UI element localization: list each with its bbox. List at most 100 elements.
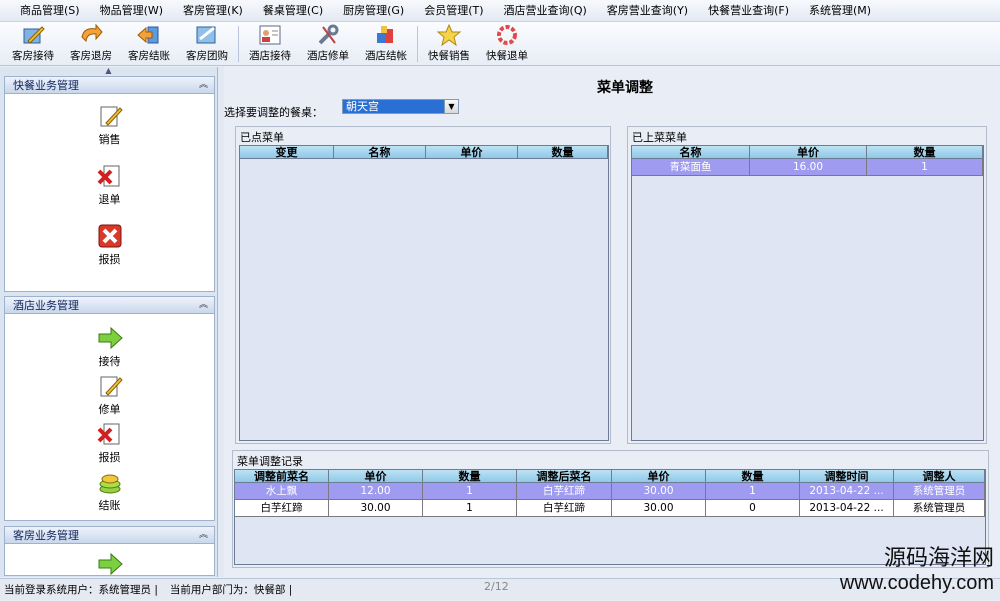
column-header[interactable]: 变更: [240, 146, 334, 158]
person-card-icon: [259, 25, 281, 45]
room-reception-button[interactable]: 客房接待: [4, 23, 62, 65]
column-header[interactable]: 调整时间: [800, 470, 894, 482]
log-grid-header: 调整前菜名 单价 数量 调整后菜名 单价 数量 调整时间 调整人: [235, 470, 985, 483]
column-header[interactable]: 单价: [329, 470, 423, 482]
sidebar-item-loss[interactable]: 报损: [5, 223, 214, 267]
column-header[interactable]: 数量: [867, 146, 983, 158]
table-row[interactable]: 水上飘 12.00 1 白芋红蹄 30.00 1 2013-04-22 ... …: [235, 483, 985, 500]
sidebar-item-room-reception[interactable]: [5, 551, 214, 577]
column-header[interactable]: 数量: [423, 470, 517, 482]
fastfood-refund-button[interactable]: 快餐退单: [478, 23, 536, 65]
menu-tables[interactable]: 餐桌管理(C): [253, 0, 333, 22]
pencil-notepad-icon: [23, 26, 45, 44]
edit-pencil-icon: [100, 376, 123, 397]
room-group-buy-button[interactable]: 客房团购: [178, 23, 236, 65]
cell: 系统管理员: [894, 483, 985, 499]
sidebar-item-refund[interactable]: 退单: [5, 163, 214, 207]
table-select[interactable]: 朝天宫 ▼: [342, 99, 459, 114]
wrench-icon: [318, 24, 339, 45]
status-department: 当前用户部门为：快餐部 |: [169, 584, 293, 596]
green-arrow-right-icon: [98, 326, 123, 350]
page-title: 菜单调整: [597, 80, 653, 96]
toolbar-separator: [417, 26, 418, 62]
menu-hotel-query[interactable]: 酒店营业查询(Q): [494, 0, 597, 22]
delete-document-icon: [97, 165, 119, 187]
column-header[interactable]: 单价: [750, 146, 867, 158]
menu-system[interactable]: 系统管理(M): [799, 0, 881, 22]
ordered-menu-title: 已点菜单: [240, 131, 284, 144]
hotel-settle-button[interactable]: 酒店结帐: [357, 23, 415, 65]
cell: 1: [423, 483, 517, 499]
coin-stack-icon: [99, 474, 120, 494]
cell: 1: [867, 159, 983, 175]
cancel-ring-icon: [497, 25, 517, 45]
checkout-arrow-icon: [137, 26, 159, 44]
ordered-grid-header: 变更 名称 单价 数量: [240, 146, 608, 159]
menu-bar: 商品管理(S) 物品管理(W) 客房管理(K) 餐桌管理(C) 厨房管理(G) …: [0, 0, 1000, 22]
column-header[interactable]: 名称: [632, 146, 750, 158]
red-x-box-icon: [98, 224, 121, 248]
column-header[interactable]: 名称: [334, 146, 426, 158]
hotel-reception-button[interactable]: 酒店接待: [241, 23, 299, 65]
room-checkout-return-button[interactable]: 客房退房: [62, 23, 120, 65]
cell: 青菜面鱼: [632, 159, 750, 175]
main-content: 菜单调整 选择要调整的餐桌： 朝天宫 ▼ 已点菜单 变更 名称 单价 数量 已上…: [224, 67, 1000, 577]
sidebar-item-sale[interactable]: 销售: [5, 103, 214, 147]
ordered-menu-grid[interactable]: 变更 名称 单价 数量: [239, 145, 609, 441]
cell: 系统管理员: [894, 500, 985, 516]
page-counter: 2/12: [484, 580, 509, 593]
fast-food-group-header[interactable]: 快餐业务管理 ︽: [5, 77, 214, 94]
delete-document-icon: [97, 423, 119, 445]
sidebar: ▲ 快餐业务管理 ︽ 销售 退单 报损 酒店业务管理 ︽ 接待 修单 报损 结账…: [0, 67, 218, 577]
cell: 2013-04-22 ...: [800, 483, 894, 499]
toolbar-separator: [238, 26, 239, 62]
cell: 1: [706, 483, 800, 499]
column-header[interactable]: 单价: [612, 470, 706, 482]
menu-rooms[interactable]: 客房管理(K): [173, 0, 253, 22]
cell: 白芋红蹄: [517, 483, 612, 499]
adjust-log-panel: 菜单调整记录 调整前菜名 单价 数量 调整后菜名 单价 数量 调整时间 调整人 …: [232, 450, 989, 568]
room-group: 客房业务管理 ︽: [4, 526, 215, 576]
column-header[interactable]: 数量: [706, 470, 800, 482]
column-header[interactable]: 数量: [518, 146, 608, 158]
hotel-modify-order-button[interactable]: 酒店修单: [299, 23, 357, 65]
sidebar-item-settle[interactable]: 结账: [5, 469, 214, 513]
sidebar-item-reception[interactable]: 接待: [5, 325, 214, 369]
room-group-header[interactable]: 客房业务管理 ︽: [5, 527, 214, 544]
cell: 白芋红蹄: [235, 500, 329, 516]
chevron-up-icon: ︽: [198, 530, 208, 540]
column-header[interactable]: 调整前菜名: [235, 470, 329, 482]
menu-goods[interactable]: 商品管理(S): [10, 0, 90, 22]
fast-food-group: 快餐业务管理 ︽ 销售 退单 报损: [4, 76, 215, 292]
cell: 30.00: [612, 483, 706, 499]
served-menu-grid[interactable]: 名称 单价 数量 青菜面鱼 16.00 1: [631, 145, 984, 441]
fastfood-sale-button[interactable]: 快餐销售: [420, 23, 478, 65]
column-header[interactable]: 调整人: [894, 470, 985, 482]
table-row[interactable]: 白芋红蹄 30.00 1 白芋红蹄 30.00 0 2013-04-22 ...…: [235, 500, 985, 517]
chevron-up-icon: ︽: [198, 80, 208, 90]
menu-room-query[interactable]: 客房营业查询(Y): [597, 0, 698, 22]
adjust-log-grid[interactable]: 调整前菜名 单价 数量 调整后菜名 单价 数量 调整时间 调整人 水上飘 12.…: [234, 469, 986, 565]
sidebar-item-hotel-loss[interactable]: 报损: [5, 421, 214, 465]
hotel-group-header[interactable]: 酒店业务管理 ︽: [5, 297, 214, 314]
cell: 30.00: [329, 500, 423, 516]
star-icon: [436, 23, 462, 47]
table-row[interactable]: 青菜面鱼 16.00 1: [632, 159, 983, 176]
menu-kitchen[interactable]: 厨房管理(G): [333, 0, 414, 22]
cell: 12.00: [329, 483, 423, 499]
column-header[interactable]: 调整后菜名: [517, 470, 612, 482]
menu-items[interactable]: 物品管理(W): [90, 0, 173, 22]
sidebar-item-modify[interactable]: 修单: [5, 373, 214, 417]
menu-members[interactable]: 会员管理(T): [414, 0, 493, 22]
ordered-menu-panel: 已点菜单 变更 名称 单价 数量: [235, 126, 611, 444]
green-arrow-right-icon: [98, 552, 123, 576]
room-settle-button[interactable]: 客房结账: [120, 23, 178, 65]
cell: 30.00: [612, 500, 706, 516]
served-grid-header: 名称 单价 数量: [632, 146, 983, 159]
column-header[interactable]: 单价: [426, 146, 518, 158]
sidebar-scroll-up[interactable]: ▲: [0, 67, 217, 75]
chevron-down-icon[interactable]: ▼: [444, 100, 458, 113]
menu-fastfood-query[interactable]: 快餐营业查询(F): [698, 0, 799, 22]
status-user: 当前登录系统用户：系统管理员 |: [4, 584, 158, 596]
served-menu-panel: 已上菜菜单 名称 单价 数量 青菜面鱼 16.00 1: [627, 126, 987, 444]
